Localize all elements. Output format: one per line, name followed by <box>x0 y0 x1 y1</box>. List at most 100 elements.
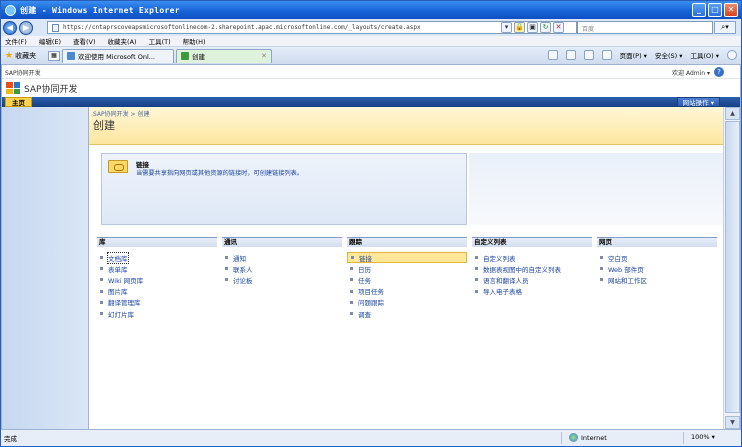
ie-logo-icon <box>5 4 16 16</box>
star-icon: ★ <box>5 50 14 61</box>
help-icon[interactable] <box>727 50 737 60</box>
column-web-pages: 网页 空白页 Web 部件页 网站和工作区 <box>597 237 717 319</box>
forward-button[interactable]: ▶ <box>19 20 33 35</box>
column-header: 自定义列表 <box>472 237 592 247</box>
lock-icon[interactable]: 🔒 <box>514 22 525 33</box>
close-button[interactable]: ✕ <box>724 3 738 17</box>
scroll-up-icon[interactable]: ▲ <box>725 107 740 120</box>
list-item[interactable]: 导入电子表格 <box>472 286 592 297</box>
description-text: 当需要共享指向网页或其他资源的链接时，可创建链接列表。 <box>136 170 304 177</box>
safety-menu[interactable]: 安全(S) ▾ <box>655 50 683 60</box>
favorites-button[interactable]: ★ 收藏夹 <box>1 51 46 61</box>
refresh-icon[interactable]: ↻ <box>540 22 551 33</box>
list-item[interactable]: 项目任务 <box>347 286 467 297</box>
list-item[interactable]: 讨论板 <box>222 274 342 285</box>
page-content: SAP协同开发 欢迎 Admin ▾ ? SAP协同开发 主页 网站操作 ▾ S… <box>1 65 741 429</box>
tab-create[interactable]: 创建 ✕ <box>176 48 272 63</box>
list-item[interactable]: 文档库 <box>97 251 217 264</box>
list-item[interactable]: 表单库 <box>97 263 217 274</box>
link-icon <box>108 160 128 173</box>
feeds-icon[interactable] <box>565 50 576 60</box>
list-item[interactable]: 幻灯片库 <box>97 308 217 319</box>
tab-label: 创建 <box>192 53 205 61</box>
status-bar: 完成 Internet 100% ▾ <box>1 429 741 446</box>
home-icon[interactable] <box>547 50 558 60</box>
minimize-button[interactable]: _ <box>692 3 706 17</box>
quick-tabs-icon[interactable]: ▦ <box>48 50 60 61</box>
browser-window: 创建 - Windows Internet Explorer _ □ ✕ ◀ ▶… <box>0 0 742 447</box>
list-item[interactable]: 自定义列表 <box>472 252 592 263</box>
list-item[interactable]: Web 部件页 <box>597 263 717 274</box>
stop-icon[interactable]: ✕ <box>553 22 564 33</box>
list-item[interactable]: 调查 <box>347 308 467 319</box>
print-icon[interactable] <box>601 50 612 60</box>
list-item[interactable]: 翻译管理库 <box>97 297 217 308</box>
tab-label: 欢迎使用 Microsoft Onl... <box>78 53 155 61</box>
menu-view[interactable]: 查看(V) <box>73 36 96 46</box>
column-libraries: 库 文档库 表单库 Wiki 网页库 图片库 翻译管理库 幻灯片库 <box>97 237 217 319</box>
list-item[interactable]: 通知 <box>222 252 342 263</box>
list-item[interactable]: 问题跟踪 <box>347 297 467 308</box>
status-text: 完成 <box>4 435 17 443</box>
compat-icon[interactable]: ▣ <box>527 22 538 33</box>
zoom-level[interactable]: 100% ▾ <box>691 433 715 441</box>
description-shade <box>469 153 723 225</box>
page-icon <box>181 52 189 60</box>
list-item[interactable]: 日历 <box>347 263 467 274</box>
site-actions-button[interactable]: 网站操作 ▾ <box>676 97 720 107</box>
window-title: 创建 - Windows Internet Explorer <box>20 5 180 15</box>
page-menu[interactable]: 页面(P) ▾ <box>620 50 647 60</box>
tools-menu[interactable]: 工具(O) ▾ <box>690 50 719 60</box>
list-item[interactable]: 空白页 <box>597 252 717 263</box>
site-name[interactable]: SAP协同开发 <box>24 82 77 95</box>
close-tab-icon[interactable]: ✕ <box>261 52 267 60</box>
tabs-row: ★ 收藏夹 ▦ 欢迎使用 Microsoft Onl... 创建 ✕ 页面(P)… <box>1 47 741 65</box>
title-bar: 创建 - Windows Internet Explorer _ □ ✕ <box>1 1 741 19</box>
tab-welcome[interactable]: 欢迎使用 Microsoft Onl... <box>62 48 174 63</box>
list-item[interactable]: 语言和翻译人员 <box>472 274 592 285</box>
sharepoint-logo-icon <box>6 82 20 94</box>
help-icon[interactable]: ? <box>714 67 724 77</box>
menu-help[interactable]: 帮助(H) <box>183 36 206 46</box>
list-item[interactable]: 任务 <box>347 274 467 285</box>
column-header: 库 <box>97 237 217 247</box>
back-button[interactable]: ◀ <box>3 20 17 35</box>
column-header: 通讯 <box>222 237 342 247</box>
maximize-button[interactable]: □ <box>708 3 722 17</box>
address-url: https://cntaprscoveapsmicrosoftonlinecom… <box>63 24 421 31</box>
zone-label: Internet <box>581 433 607 442</box>
top-breadcrumb[interactable]: SAP协同开发 <box>5 68 41 77</box>
tab-home[interactable]: 主页 <box>5 97 32 107</box>
menu-file[interactable]: 文件(F) <box>5 36 27 46</box>
dropdown-icon[interactable]: ▾ <box>501 22 512 33</box>
favorites-label: 收藏夹 <box>15 51 37 60</box>
menu-bar: 文件(F) 编辑(E) 查看(V) 收藏夹(A) 工具(T) 帮助(H) <box>1 36 741 47</box>
scroll-thumb[interactable] <box>725 121 740 413</box>
column-custom-lists: 自定义列表 自定义列表 数据表视图中的自定义列表 语言和翻译人员 导入电子表格 <box>472 237 592 319</box>
menu-favorites[interactable]: 收藏夹(A) <box>108 36 137 46</box>
site-title-bar: SAP协同开发 <box>2 79 740 97</box>
column-tracking: 跟踪 链接 日历 任务 项目任务 问题跟踪 调查 <box>347 237 467 319</box>
welcome-menu[interactable]: 欢迎 Admin ▾ <box>672 68 710 77</box>
address-row: ◀ ▶ https://cntaprscoveapsmicrosoftonlin… <box>1 19 741 36</box>
column-header: 跟踪 <box>347 237 467 247</box>
top-nav: 主页 网站操作 ▾ <box>2 97 740 107</box>
left-nav <box>2 107 89 429</box>
scroll-down-icon[interactable]: ▼ <box>725 416 740 429</box>
vertical-scrollbar[interactable]: ▲ ▼ <box>723 107 740 429</box>
list-item[interactable]: Wiki 网页库 <box>97 274 217 285</box>
menu-tools[interactable]: 工具(T) <box>149 36 171 46</box>
list-item[interactable]: 数据表视图中的自定义列表 <box>472 263 592 274</box>
list-item-selected[interactable]: 链接 <box>347 252 467 264</box>
globe-icon <box>569 433 578 442</box>
menu-edit[interactable]: 编辑(E) <box>39 36 61 46</box>
mail-icon[interactable] <box>583 50 594 60</box>
search-button[interactable]: ⌕▾ <box>714 21 736 34</box>
list-item[interactable]: 联系人 <box>222 263 342 274</box>
security-zone[interactable]: Internet <box>569 433 607 442</box>
search-input[interactable]: 百度 <box>577 21 713 34</box>
description-box: 链接 当需要共享指向网页或其他资源的链接时，可创建链接列表。 <box>101 153 467 225</box>
list-item[interactable]: 图片库 <box>97 286 217 297</box>
list-item[interactable]: 网站和工作区 <box>597 274 717 285</box>
address-bar[interactable]: https://cntaprscoveapsmicrosoftonlinecom… <box>47 21 577 34</box>
